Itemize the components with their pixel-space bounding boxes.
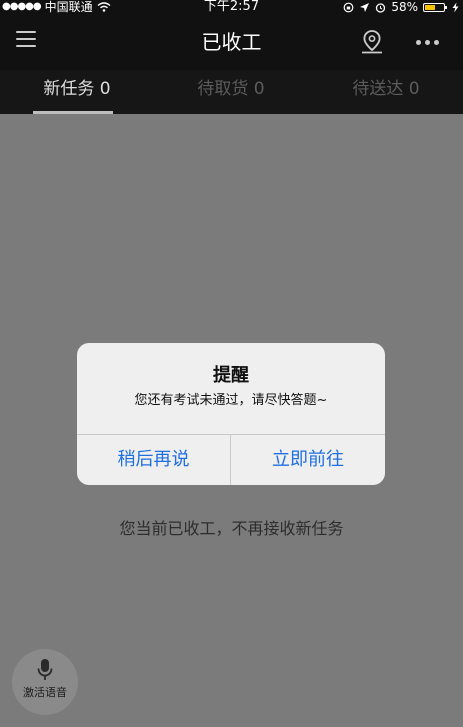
microphone-icon — [37, 659, 53, 680]
page-title: 已收工 — [201, 30, 262, 54]
battery-fill — [425, 4, 435, 10]
charging-bolt-icon — [452, 2, 459, 12]
status-bar: ●●●●● 中国联通 下午2:57 58% — [0, 0, 463, 14]
battery-tip — [445, 5, 447, 9]
app-header: 已收工 — [0, 14, 463, 70]
tab-new-tasks[interactable]: 新任务 0 — [0, 70, 154, 114]
tab-pending-delivery[interactable]: 待送达 0 — [309, 70, 463, 114]
alert-title: 提醒 — [213, 365, 249, 386]
location-arrow-icon — [360, 2, 370, 12]
activate-voice-button[interactable]: 激活语音 — [12, 649, 78, 715]
later-button[interactable]: 稍后再说 — [77, 435, 230, 485]
battery-percent: 58% — [391, 0, 418, 14]
tab-bar: 新任务 0 待取货 0 待送达 0 — [0, 70, 463, 114]
voice-label: 激活语音 — [23, 686, 67, 699]
orientation-lock-icon — [343, 2, 354, 12]
empty-state-message: 您当前已收工，不再接收新任务 — [119, 519, 344, 538]
more-dots-icon[interactable] — [416, 38, 446, 46]
alert-message: 您还有考试未通过，请尽快答题~ — [134, 393, 328, 408]
status-right: 58% — [343, 0, 461, 14]
battery-icon — [423, 2, 447, 12]
location-pin-icon[interactable] — [359, 29, 385, 55]
go-now-button[interactable]: 立即前往 — [231, 435, 385, 485]
alarm-icon — [376, 2, 386, 13]
tab-pending-pickup[interactable]: 待取货 0 — [154, 70, 308, 114]
alert-dialog: 提醒 您还有考试未通过，请尽快答题~ 稍后再说 立即前往 — [77, 343, 385, 485]
